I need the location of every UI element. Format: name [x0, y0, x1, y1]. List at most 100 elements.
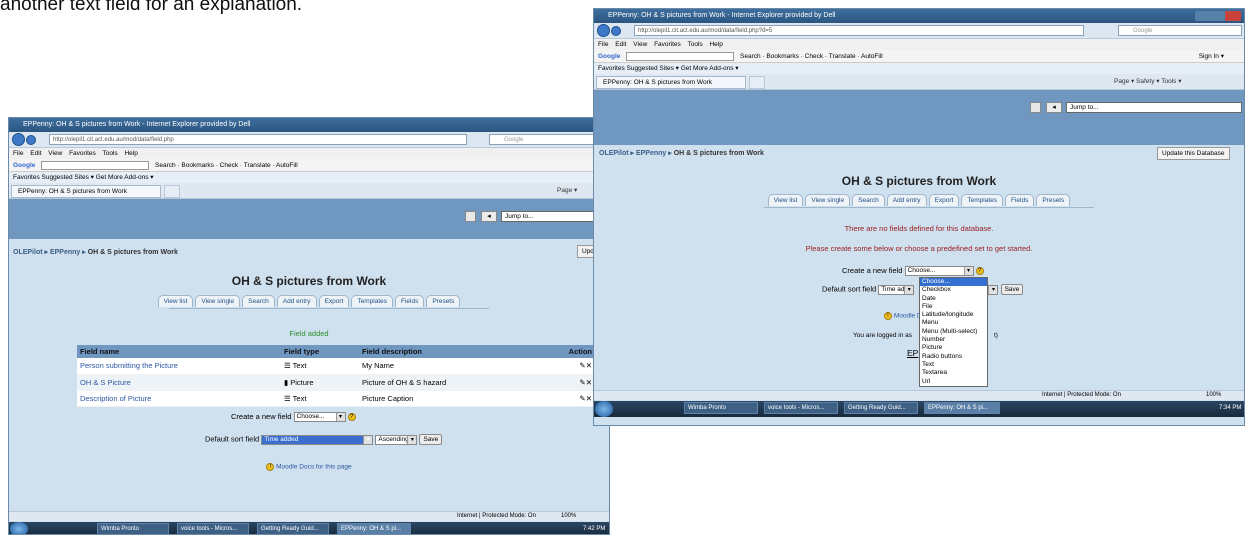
forward-icon[interactable] [26, 135, 36, 145]
url-field[interactable]: http://olepil1.cit.act.edu.au/mod/data/f… [49, 134, 467, 145]
option-picture[interactable]: Picture [920, 344, 987, 352]
search-field[interactable]: Google [489, 134, 607, 145]
jump-to-select[interactable]: Jump to... [1066, 102, 1242, 113]
new-tab-button[interactable] [164, 185, 180, 198]
tab-fields[interactable]: Fields [1004, 194, 1035, 206]
taskbar: Wimba Pronto voice tools - Micros... Get… [594, 401, 1244, 417]
moodle-docs-link[interactable]: ! Moodle D [884, 312, 922, 320]
option-menu-multi[interactable]: Menu (Multi-select) [920, 328, 987, 336]
tab-view-single[interactable]: View single [195, 295, 241, 307]
tab-view-list[interactable]: View list [767, 194, 804, 206]
menu-bar[interactable]: File Edit View Favorites Tools Help [594, 39, 1244, 50]
create-field-select[interactable]: Choose... [904, 266, 974, 277]
option-checkbox[interactable]: Checkbox [920, 286, 987, 294]
menu-square-icon[interactable] [465, 211, 476, 222]
google-logo: Google [13, 162, 36, 169]
sort-field-select[interactable]: Time added [261, 434, 374, 445]
zoom-level[interactable]: 100% [561, 512, 576, 521]
option-menu[interactable]: Menu [920, 319, 987, 327]
google-toolbar-items[interactable]: Search · Bookmarks · Check · Translate ·… [740, 53, 883, 60]
tab-presets[interactable]: Presets [1036, 194, 1071, 206]
taskbar-item[interactable]: Wimba Pronto [97, 523, 169, 534]
back-icon[interactable] [12, 133, 25, 146]
field-description: My Name [359, 358, 541, 375]
taskbar-item[interactable]: voice tools - Micros... [764, 402, 838, 414]
update-database-button[interactable]: Update this Database [1157, 147, 1230, 160]
command-bar[interactable]: Page ▾ Safety ▾ Tools ▾ [1114, 77, 1181, 85]
close-icon[interactable] [1225, 11, 1241, 21]
taskbar-item[interactable]: Getting Ready Guid... [844, 402, 918, 414]
sort-order-select[interactable]: Ascending [375, 434, 418, 445]
browser-tab[interactable]: EPPenny: OH & S pictures from Work [11, 185, 161, 198]
help-icon[interactable]: ? [975, 267, 984, 276]
tab-search[interactable]: Search [242, 295, 275, 307]
taskbar-item-active[interactable]: EPPenny: OH & S pi... [337, 523, 411, 534]
col-field-type: Field type [281, 345, 359, 358]
tab-search[interactable]: Search [852, 194, 885, 206]
tab-fields[interactable]: Fields [394, 295, 425, 307]
taskbar-item-active[interactable]: EPPenny: OH & S pi... [924, 402, 1000, 414]
save-button[interactable]: Save [1000, 284, 1024, 295]
option-date[interactable]: Date [920, 295, 987, 303]
tab-templates[interactable]: Templates [351, 295, 393, 307]
course-link[interactable]: EP [907, 348, 918, 358]
field-name-link[interactable]: Description of Picture [77, 390, 281, 407]
edit-delete-icons[interactable]: ✎✕ [541, 358, 595, 375]
sort-field-select[interactable]: Time adde [878, 284, 915, 295]
tab-view-single[interactable]: View single [805, 194, 851, 206]
address-bar: http://olepil1.cit.act.edu.au/mod/data/f… [594, 23, 1244, 39]
search-field[interactable]: Google [1118, 25, 1242, 36]
sort-field-label: Default sort field [822, 284, 877, 294]
option-textarea[interactable]: Textarea [920, 369, 987, 377]
field-type-dropdown-list[interactable]: Choose... Checkbox Date File Latitude/lo… [919, 277, 988, 387]
tab-templates[interactable]: Templates [961, 194, 1003, 206]
menu-bar[interactable]: File Edit View Favorites Tools Help [9, 148, 609, 159]
option-text[interactable]: Text [920, 361, 987, 369]
option-file[interactable]: File [920, 303, 987, 311]
tab-add-entry[interactable]: Add entry [276, 295, 317, 307]
field-name-link[interactable]: Person submitting the Picture [77, 358, 281, 375]
field-description: Picture of OH & S hazard [359, 374, 541, 391]
save-button[interactable]: Save [419, 434, 443, 445]
taskbar-item[interactable]: Getting Ready Guid... [257, 523, 329, 534]
google-search-input[interactable] [41, 160, 150, 170]
jump-back-button[interactable]: ◂ [1046, 102, 1062, 113]
help-icon[interactable]: ? [347, 413, 356, 422]
create-field-select[interactable]: Choose... [293, 412, 346, 423]
tab-view-list[interactable]: View list [157, 295, 194, 307]
tab-export[interactable]: Export [318, 295, 350, 307]
option-latlong[interactable]: Latitude/longitude [920, 311, 987, 319]
favorites-bar[interactable]: Favorites Suggested Sites ▾ Get More Add… [9, 172, 609, 183]
zoom-level[interactable]: 100% [1206, 391, 1221, 400]
start-button[interactable] [10, 522, 28, 534]
command-bar[interactable]: Page ▾ [557, 186, 577, 194]
back-icon[interactable] [597, 24, 610, 37]
start-button[interactable] [595, 401, 613, 417]
favorites-bar[interactable]: Favorites Suggested Sites ▾ Get More Add… [594, 63, 1244, 74]
menu-square-icon[interactable] [1030, 102, 1041, 113]
moodle-docs-link[interactable]: ! Moodle Docs for this page [9, 463, 609, 471]
google-toolbar-items[interactable]: Search · Bookmarks · Check · Translate ·… [155, 162, 298, 169]
tab-presets[interactable]: Presets [426, 295, 461, 307]
google-search-input[interactable] [626, 51, 735, 61]
url-field[interactable]: http://olepil1.cit.act.edu.au/mod/data/f… [634, 25, 1084, 36]
taskbar-item[interactable]: voice tools - Micros... [177, 523, 249, 534]
option-url[interactable]: Url [920, 378, 987, 386]
field-name-link[interactable]: OH & S Picture [77, 374, 281, 391]
jump-back-button[interactable]: ◂ [481, 211, 497, 222]
option-radio[interactable]: Radio buttons [920, 353, 987, 361]
col-field-name: Field name [77, 345, 281, 358]
tab-export[interactable]: Export [928, 194, 960, 206]
tab-add-entry[interactable]: Add entry [886, 194, 927, 206]
edit-delete-icons[interactable]: ✎✕ [541, 374, 595, 391]
table-header-row: Field name Field type Field description … [77, 345, 595, 358]
sign-in-button[interactable]: Sign In ▾ [1199, 50, 1224, 63]
sort-order-select[interactable] [988, 284, 999, 295]
forward-icon[interactable] [611, 26, 621, 36]
new-tab-button[interactable] [749, 76, 765, 89]
edit-delete-icons[interactable]: ✎✕ [541, 390, 595, 407]
taskbar-item[interactable]: Wimba Pronto [684, 402, 758, 414]
browser-tab[interactable]: EPPenny: OH & S pictures from Work [596, 76, 746, 89]
option-number[interactable]: Number [920, 336, 987, 344]
option-choose[interactable]: Choose... [920, 278, 987, 287]
